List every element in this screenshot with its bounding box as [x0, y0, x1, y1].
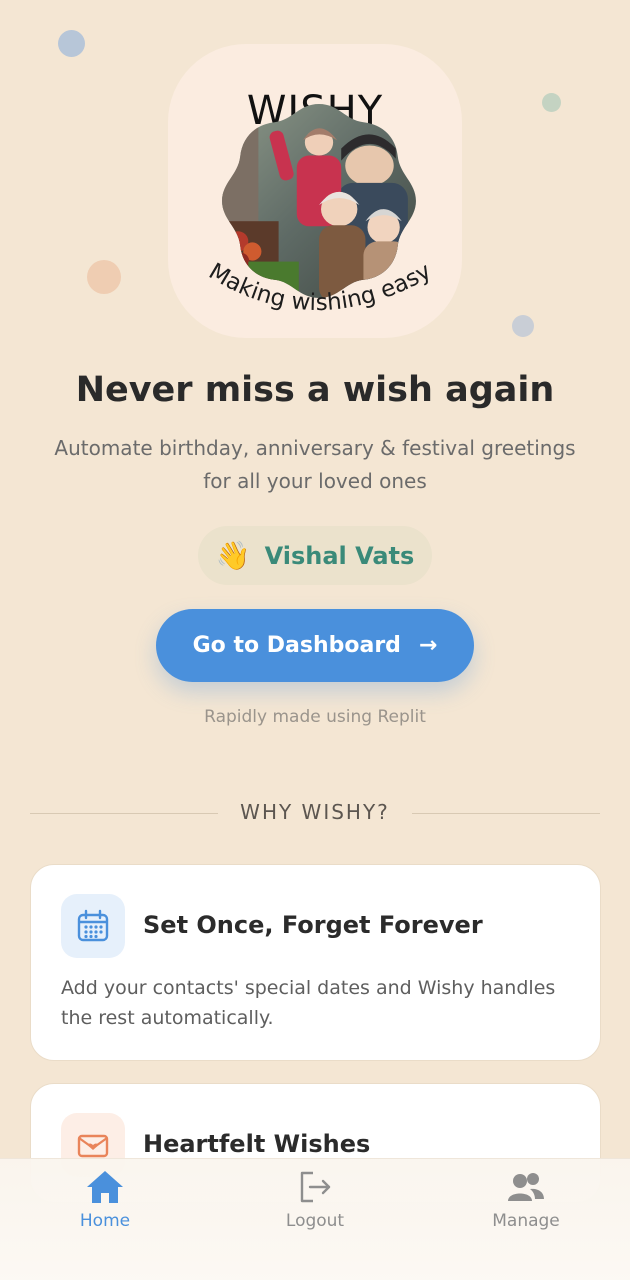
- feature-card: Set Once, Forget Forever Add your contac…: [30, 864, 601, 1061]
- nav-manage[interactable]: Manage: [466, 1169, 586, 1231]
- bottom-navigation: Home Logout Manage: [0, 1158, 630, 1280]
- feature-description: Add your contacts' special dates and Wis…: [61, 977, 556, 1029]
- section-divider: WHY WISHY?: [30, 800, 600, 826]
- nav-label: Home: [79, 1211, 131, 1231]
- waving-hand-icon: 👋: [215, 539, 251, 572]
- arrow-right-icon: →: [418, 633, 438, 658]
- decor-dot: [512, 315, 534, 337]
- nav-label: Logout: [285, 1211, 345, 1231]
- page-subtitle: Automate birthday, anniversary & festiva…: [54, 436, 576, 493]
- button-label: Go to Dashboard: [192, 633, 401, 658]
- logout-icon: [300, 1171, 331, 1203]
- nav-home[interactable]: Home: [45, 1169, 165, 1231]
- decor-dot: [542, 93, 561, 112]
- user-greeting-badge: 👋 Vishal Vats: [198, 526, 432, 585]
- calendar-icon: [61, 894, 125, 958]
- decor-dot: [87, 260, 121, 294]
- decor-dot: [58, 30, 85, 57]
- home-icon: [87, 1171, 123, 1203]
- page-title: Never miss a wish again: [75, 370, 555, 410]
- nav-logout[interactable]: Logout: [255, 1169, 375, 1231]
- credit-text: Rapidly made using Replit: [204, 707, 426, 727]
- user-name: Vishal Vats: [264, 541, 415, 570]
- section-heading: WHY WISHY?: [240, 800, 390, 824]
- feature-title: Heartfelt Wishes: [143, 1130, 371, 1158]
- users-icon: [508, 1173, 544, 1201]
- feature-title: Set Once, Forget Forever: [143, 911, 483, 939]
- logo-tagline: Making wishing easy: [204, 258, 435, 316]
- home-screen: WISHY: [0, 0, 630, 1280]
- svg-text:Making wishing easy: Making wishing easy: [204, 258, 435, 316]
- nav-label: Manage: [492, 1211, 560, 1231]
- divider-line: [412, 813, 600, 814]
- go-to-dashboard-button[interactable]: Go to Dashboard →: [156, 609, 474, 682]
